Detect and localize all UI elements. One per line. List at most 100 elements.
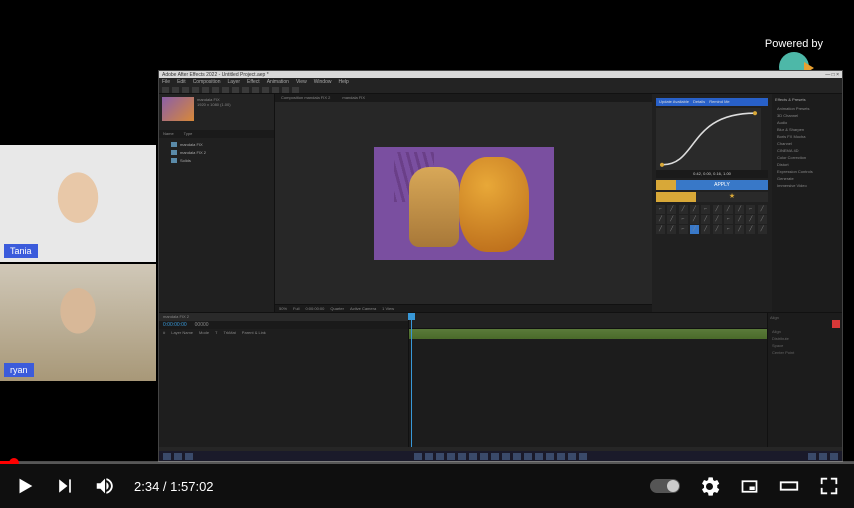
taskbar-app-icon[interactable] [447, 453, 455, 460]
autoplay-toggle[interactable] [650, 479, 680, 493]
volume-button[interactable] [94, 475, 116, 497]
effects-category[interactable]: Generate [775, 175, 839, 182]
resolution-toggle[interactable]: Full [293, 306, 299, 311]
window-controls[interactable]: — □ × [825, 72, 839, 77]
effects-category[interactable]: Channel [775, 140, 839, 147]
preset-icon[interactable]: ╱ [690, 215, 699, 224]
hand-tool-icon[interactable] [172, 87, 179, 93]
preset-icon[interactable]: ╱ [713, 215, 722, 224]
preset-icon[interactable]: ╱ [735, 215, 744, 224]
quality-toggle[interactable]: Quarter [330, 306, 344, 311]
puppet-tool-icon[interactable] [292, 87, 299, 93]
taskbar-app-icon[interactable] [480, 453, 488, 460]
preset-icon[interactable]: ╱ [690, 205, 699, 214]
favorite-star-button[interactable]: ★ [696, 192, 768, 202]
menu-window[interactable]: Window [314, 79, 332, 85]
preset-icon[interactable]: ╱ [758, 215, 767, 224]
update-banner[interactable]: Update Available Details Remind Me [656, 98, 768, 106]
preset-icon[interactable]: ⌐ [724, 215, 733, 224]
preset-icon[interactable]: ╱ [735, 225, 744, 234]
timeline-track[interactable] [409, 329, 767, 339]
clone-tool-icon[interactable] [262, 87, 269, 93]
preset-icon[interactable]: ╱ [701, 225, 710, 234]
curve-values[interactable]: 0.42, 0.00, 0.16, 1.00 [656, 170, 768, 178]
preset-icon[interactable]: ╱ [746, 215, 755, 224]
comp-tab[interactable]: mandala FIX [342, 95, 365, 101]
playhead[interactable] [411, 313, 412, 447]
menu-edit[interactable]: Edit [177, 79, 186, 85]
effects-category[interactable]: Blur & Sharpen [775, 126, 839, 133]
menu-view[interactable]: View [296, 79, 307, 85]
miniplayer-button[interactable] [738, 475, 760, 497]
preset-icon[interactable]: ╱ [746, 225, 755, 234]
preset-icon[interactable]: ╱ [713, 225, 722, 234]
taskbar-app-icon[interactable] [535, 453, 543, 460]
preset-icon[interactable]: ╱ [758, 205, 767, 214]
preset-icon[interactable]: ⌐ [701, 205, 710, 214]
effects-category[interactable]: Immersive Video [775, 182, 839, 189]
taskbar-app-icon[interactable] [502, 453, 510, 460]
col-name[interactable]: Name [163, 131, 174, 137]
start-icon[interactable] [163, 453, 171, 460]
tray-icon[interactable] [830, 453, 838, 460]
rotate-tool-icon[interactable] [192, 87, 199, 93]
tray-icon[interactable] [808, 453, 816, 460]
effects-category[interactable]: Audio [775, 119, 839, 126]
timeline-tracks[interactable] [409, 313, 767, 447]
taskbar-app-icon[interactable] [568, 453, 576, 460]
taskbar-app-icon[interactable] [436, 453, 444, 460]
taskbar-app-icon[interactable] [513, 453, 521, 460]
preset-icon[interactable]: ╱ [724, 205, 733, 214]
effects-category[interactable]: Animation Presets [775, 105, 839, 112]
taskbar-app-icon[interactable] [546, 453, 554, 460]
menu-layer[interactable]: Layer [227, 79, 240, 85]
effects-category[interactable]: Expression Controls [775, 168, 839, 175]
preset-icon[interactable]: ╱ [656, 225, 665, 234]
taskbar-app-icon[interactable] [524, 453, 532, 460]
pan-behind-tool-icon[interactable] [212, 87, 219, 93]
preset-icon[interactable]: ⌐ [656, 205, 665, 214]
project-item[interactable]: mandala FIX 2 [161, 148, 272, 156]
taskbar-app-icon[interactable] [469, 453, 477, 460]
brush-tool-icon[interactable] [252, 87, 259, 93]
menu-file[interactable]: File [162, 79, 170, 85]
preset-icon[interactable]: ╱ [758, 225, 767, 234]
preset-icon[interactable]: ╱ [701, 215, 710, 224]
preset-icon[interactable]: ╱ [679, 205, 688, 214]
taskbar-app-icon[interactable] [491, 453, 499, 460]
preset-icon[interactable]: ⌐ [746, 205, 755, 214]
preset-icon[interactable]: ╱ [667, 205, 676, 214]
comp-tab-active[interactable]: Composition mandala FIX 2 [281, 95, 330, 101]
effects-category[interactable]: Distort [775, 161, 839, 168]
taskbar-app-icon[interactable] [458, 453, 466, 460]
camera-tool-icon[interactable] [202, 87, 209, 93]
menu-help[interactable]: Help [338, 79, 348, 85]
eraser-tool-icon[interactable] [272, 87, 279, 93]
selection-tool-icon[interactable] [162, 87, 169, 93]
favorite-yellow-button[interactable] [656, 192, 696, 202]
project-item[interactable]: mandala FIX [161, 140, 272, 148]
zoom-tool-icon[interactable] [182, 87, 189, 93]
play-button[interactable] [14, 475, 36, 497]
effects-category[interactable]: Boris FX Mocha [775, 133, 839, 140]
fullscreen-button[interactable] [818, 475, 840, 497]
zoom-level[interactable]: 50% [279, 306, 287, 311]
pen-tool-icon[interactable] [232, 87, 239, 93]
effects-category[interactable]: 3D Channel [775, 112, 839, 119]
easing-curve-graph[interactable] [656, 108, 761, 170]
shape-tool-icon[interactable] [222, 87, 229, 93]
curve-preset-button[interactable] [656, 180, 676, 190]
taskbar-app-icon[interactable] [557, 453, 565, 460]
composition-viewer[interactable] [275, 102, 652, 304]
preset-icon[interactable]: ╱ [667, 215, 676, 224]
project-item[interactable]: Solids [161, 156, 272, 164]
menu-effect[interactable]: Effect [247, 79, 260, 85]
taskbar-app-icon[interactable] [425, 453, 433, 460]
camera-view[interactable]: Active Camera [350, 306, 376, 311]
roto-tool-icon[interactable] [282, 87, 289, 93]
effects-category[interactable]: CINEMA 4D [775, 147, 839, 154]
text-tool-icon[interactable] [242, 87, 249, 93]
timeline-tab[interactable]: mandala FIX 2 [159, 313, 408, 321]
preset-icon[interactable]: ╱ [735, 205, 744, 214]
timeline-ruler[interactable] [409, 313, 767, 329]
